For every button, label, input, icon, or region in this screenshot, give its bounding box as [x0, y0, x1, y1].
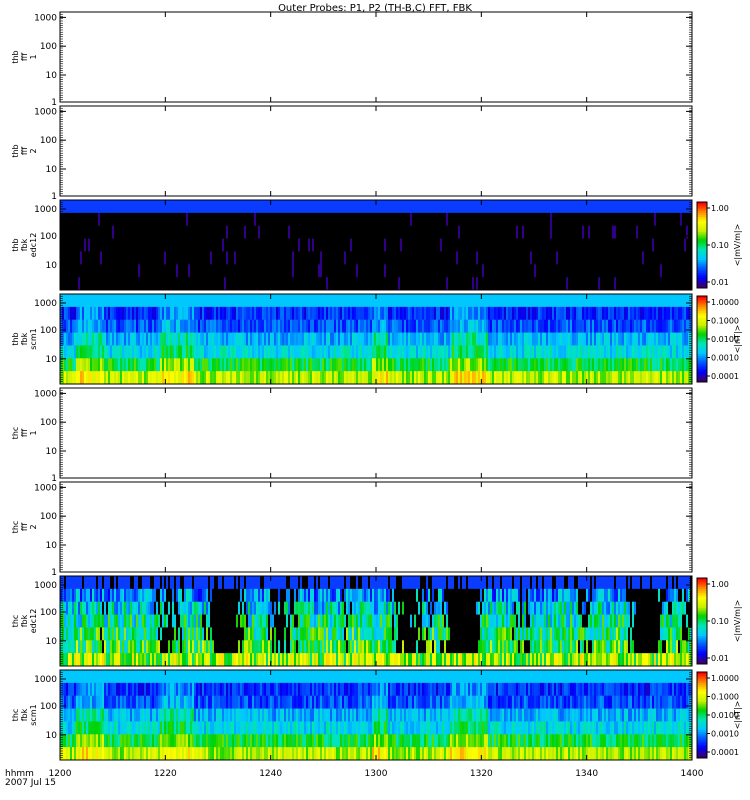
colorbar-tick-label: 0.01 [711, 278, 729, 287]
y-tick-label: 100 [40, 418, 57, 428]
y-tick-label: 1000 [34, 299, 57, 309]
y-tick-label: 10 [46, 355, 58, 365]
colorbar-tick-label: 0.10 [711, 241, 729, 250]
panel-ylabel-line: fff [20, 53, 29, 62]
y-tick-label: 1000 [34, 107, 57, 117]
panel-ylabel-line: fbk [20, 332, 29, 345]
panel-ylabel-line: thb [11, 332, 20, 345]
panel-background [60, 388, 692, 478]
heatmap-cells [60, 200, 693, 291]
y-tick-label: 10 [46, 71, 58, 81]
figure: Outer Probes: P1, P2 (TH-B,C) FFT, FBK 1… [5, 3, 742, 788]
panel-ylabel-line: thb [11, 238, 20, 251]
panel-thc_fff1: 1000100101thc fff 1 [11, 387, 693, 484]
panel-background [60, 12, 692, 102]
panel-background [60, 106, 692, 196]
y-tick-label: 1 [51, 192, 57, 202]
colorbar: 1.00 0.10 0.01 <|mV/m|> [696, 201, 742, 289]
y-tick-label: 1000 [34, 13, 57, 23]
panel-ylabel-line: 1 [29, 54, 38, 59]
panel-ylabel-line: fff [20, 147, 29, 156]
panel-ylabel-line: thb [11, 144, 20, 157]
y-tick-label: 1000 [34, 205, 57, 215]
colorbar: 1.00000.10000.01000.00100.0001<|nT|> [696, 295, 742, 383]
panel-ylabel-line: scm1 [29, 328, 38, 349]
y-tick-label: 100 [40, 42, 57, 52]
colorbar-tick-label: 0.0001 [711, 372, 739, 381]
y-tick-label: 10 [46, 261, 58, 271]
panel-thb_fff2: 1000 100 10 1 thb fff 2 [11, 105, 693, 202]
y-tick-label: 10 [46, 447, 58, 457]
colorbar-tick-label: 1.00 [711, 204, 729, 213]
y-tick-label: 100 [40, 136, 57, 146]
y-tick-label: 100 [40, 326, 57, 336]
panels: 1000100101thb fff 11000100101thb fff 2100010… [11, 11, 742, 761]
colorbar-label: <|nT|> [733, 325, 742, 354]
panel-ylabel-line: edc12 [29, 233, 38, 258]
colorbar-label: <|mV/m|> [733, 224, 742, 267]
panel-thb_fbk_scm1: 100010010thb fbk scm11.00000.10000.01000.0… [11, 293, 742, 385]
colorbar-tick-label: 0.1000 [711, 317, 739, 326]
y-tick-label: 10 [46, 165, 58, 175]
colorbar-tick-label: 1.0000 [711, 298, 739, 307]
heatmap-cells [60, 294, 693, 385]
panel-thb_fff1: 1000100101thb fff 1 [11, 11, 693, 108]
y-tick-label: 100 [40, 232, 57, 242]
panel-ylabel-line: fbk [20, 238, 29, 251]
y-tick-label: 1000 [34, 389, 57, 399]
panel-thb_fbk_edc12: 1000 100 10 thb fbk edc12 1.00 0.10 0.01 <|mV/m|> [11, 199, 742, 291]
panel-ylabel-line: thb [11, 50, 20, 63]
colorbar-tick-label: 0.0010 [711, 354, 739, 363]
panel-ylabel-line: 2 [29, 148, 38, 153]
